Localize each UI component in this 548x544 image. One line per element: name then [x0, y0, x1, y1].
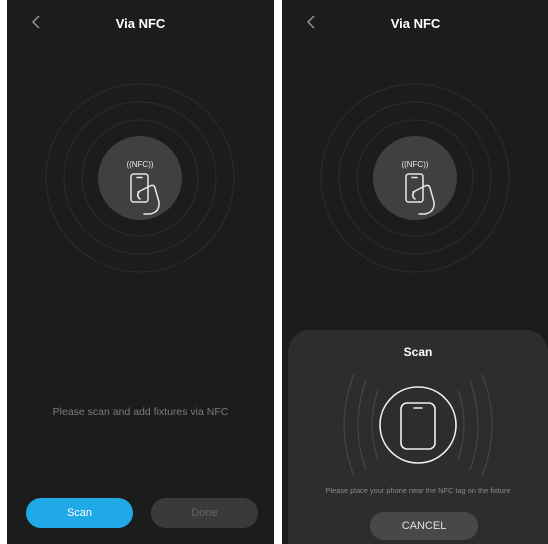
cancel-button[interactable]: CANCEL [370, 512, 478, 540]
scan-instruction: Please scan and add fixtures via NFC [52, 406, 229, 418]
scan-bottom-sheet: Scan Please place your phone near the NF… [288, 330, 548, 544]
page-title: Via NFC [390, 16, 441, 31]
nfc-screen-idle: Via NFC ((NFC)) Please scan and add fixt… [7, 0, 274, 544]
scan-illustration [343, 373, 493, 477]
scan-button[interactable]: Scan [26, 498, 133, 528]
phone-outline-icon [379, 386, 457, 464]
nfc-illustration: ((NFC)) [45, 83, 235, 273]
nfc-illustration: ((NFC)) [320, 83, 510, 273]
nfc-badge-text: ((NFC)) [126, 160, 153, 169]
nfc-screen-scanning: Via NFC ((NFC)) Scan Please place your p… [282, 0, 548, 544]
nfc-badge-text: ((NFC)) [401, 160, 428, 169]
done-button[interactable]: Done [151, 498, 258, 528]
sheet-title: Scan [403, 345, 433, 359]
sheet-instruction: Please place your phone near the NFC tag… [325, 486, 511, 495]
page-title: Via NFC [115, 16, 166, 31]
